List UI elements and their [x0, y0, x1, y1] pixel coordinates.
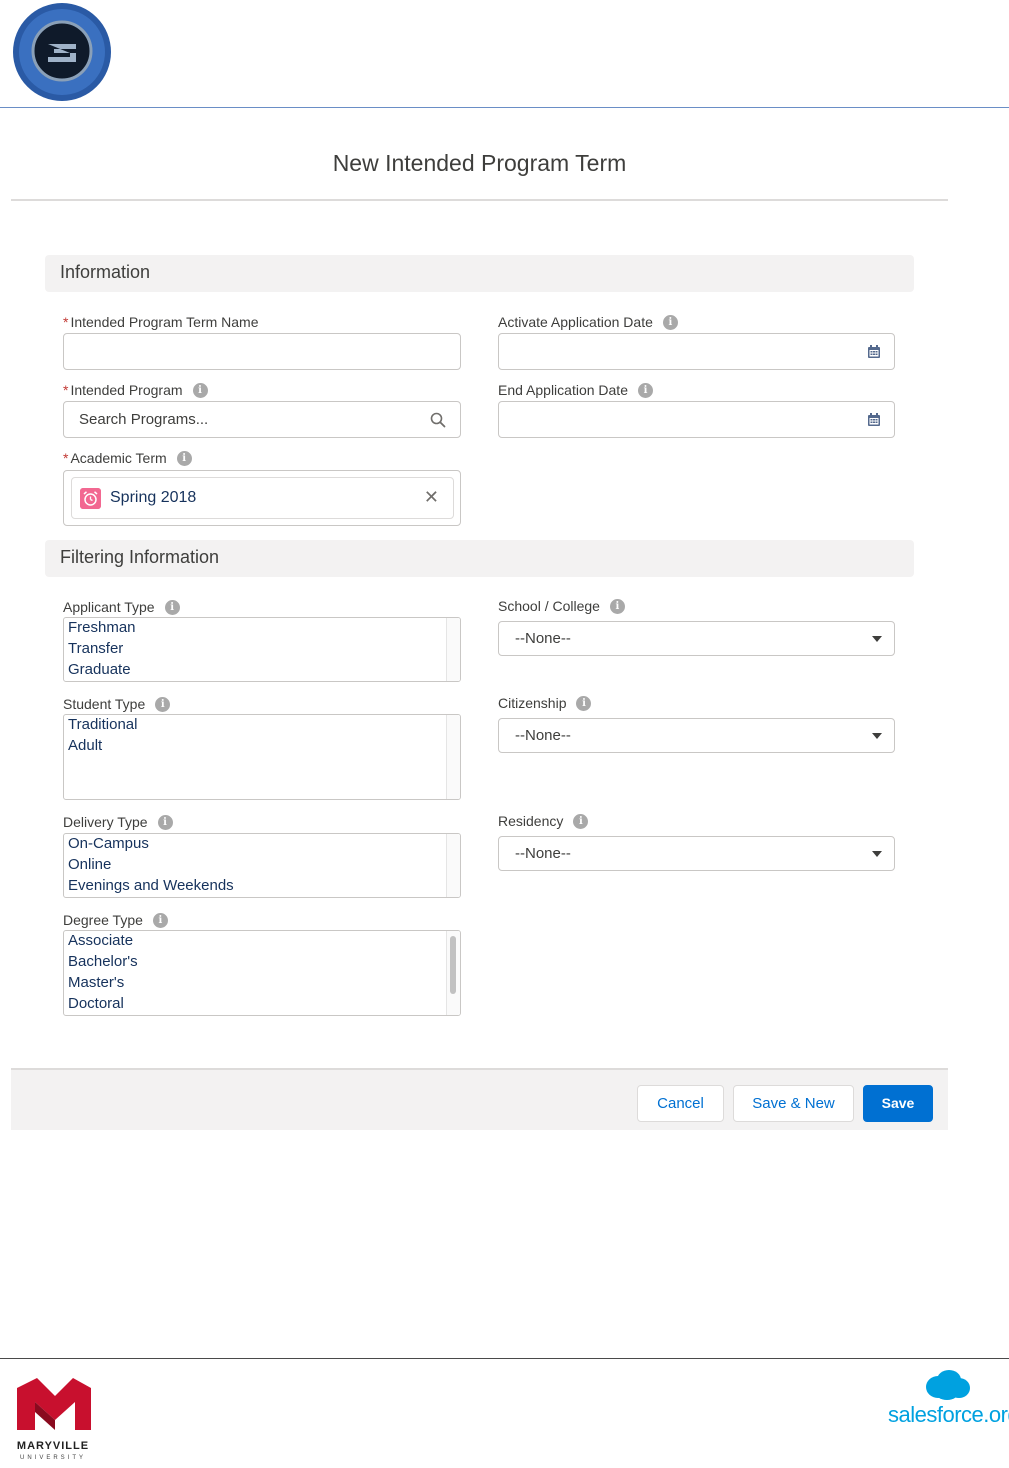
residency-value: --None--: [515, 845, 571, 862]
calendar-icon[interactable]: [868, 413, 880, 426]
delivery-type-label-text: Delivery Type: [63, 814, 148, 830]
intended-program-label-text: Intended Program: [70, 382, 183, 398]
info-icon[interactable]: i: [609, 598, 625, 614]
maryville-logo: [17, 1378, 91, 1430]
academic-term-label: * Academic Term i: [63, 450, 192, 466]
list-option[interactable]: On-Campus: [64, 834, 460, 855]
citizenship-label: Citizenship i: [498, 695, 592, 711]
program-term-name-input[interactable]: [63, 333, 461, 370]
remove-icon[interactable]: ✕: [424, 487, 439, 508]
list-option[interactable]: Doctoral: [64, 994, 460, 1015]
section-filtering-information[interactable]: Filtering Information: [45, 540, 914, 577]
delivery-type-listbox[interactable]: On-Campus Online Evenings and Weekends: [63, 833, 461, 898]
applicant-type-label-text: Applicant Type: [63, 599, 155, 615]
calendar-icon[interactable]: [868, 345, 880, 358]
info-icon[interactable]: i: [155, 696, 171, 712]
academic-term-pill[interactable]: Spring 2018 ✕: [71, 477, 454, 519]
citizenship-value: --None--: [515, 727, 571, 744]
list-option[interactable]: Online: [64, 855, 460, 876]
degree-type-label-text: Degree Type: [63, 912, 143, 928]
required-marker: *: [63, 314, 69, 330]
section-information[interactable]: Information: [45, 255, 914, 292]
list-option[interactable]: Graduate: [64, 660, 460, 681]
degree-type-listbox[interactable]: Associate Bachelor's Master's Doctoral: [63, 930, 461, 1016]
school-college-value: --None--: [515, 630, 571, 647]
info-icon[interactable]: i: [157, 814, 173, 830]
intended-program-placeholder: Search Programs...: [79, 411, 209, 428]
maryville-wordmark: MARYVILLE: [16, 1440, 90, 1452]
header-divider: [0, 107, 1009, 108]
citizenship-select[interactable]: --None--: [498, 718, 895, 753]
program-term-name-label: * Intended Program Term Name: [63, 314, 259, 330]
required-marker: *: [63, 382, 69, 398]
org-logo: [13, 3, 111, 101]
listbox-scrollbar[interactable]: [446, 715, 460, 799]
academic-term-value: Spring 2018: [110, 489, 197, 506]
school-college-label-text: School / College: [498, 598, 600, 614]
student-type-listbox[interactable]: Traditional Adult: [63, 714, 461, 800]
save-and-new-button[interactable]: Save & New: [733, 1085, 854, 1122]
save-button[interactable]: Save: [863, 1085, 933, 1122]
list-option[interactable]: Bachelor's: [64, 952, 460, 973]
delivery-type-label: Delivery Type i: [63, 814, 173, 830]
caret-down-icon: [872, 733, 882, 739]
info-icon[interactable]: i: [164, 599, 180, 615]
academic-term-lookup[interactable]: Spring 2018 ✕: [63, 470, 461, 526]
end-app-date-label-text: End Application Date: [498, 382, 628, 398]
caret-down-icon: [872, 636, 882, 642]
scrollbar-thumb[interactable]: [450, 936, 456, 994]
school-college-select[interactable]: --None--: [498, 621, 895, 656]
info-icon[interactable]: i: [152, 912, 168, 928]
intended-program-label: * Intended Program i: [63, 382, 208, 398]
list-option[interactable]: Transfer: [64, 639, 460, 660]
applicant-type-listbox[interactable]: Freshman Transfer Graduate: [63, 617, 461, 682]
alarm-clock-icon: [80, 488, 101, 509]
list-option[interactable]: Adult: [64, 736, 460, 757]
info-icon[interactable]: i: [192, 382, 208, 398]
degree-type-label: Degree Type i: [63, 912, 168, 928]
info-icon[interactable]: i: [573, 813, 589, 829]
salesforce-cloud-icon: [926, 1370, 970, 1400]
search-icon: [430, 412, 446, 428]
applicant-type-label: Applicant Type i: [63, 599, 180, 615]
activate-app-date-label-text: Activate Application Date: [498, 314, 653, 330]
listbox-scrollbar[interactable]: [446, 834, 460, 897]
list-option[interactable]: Master's: [64, 973, 460, 994]
intended-program-search-input[interactable]: Search Programs...: [63, 401, 461, 438]
activate-app-date-label: Activate Application Date i: [498, 314, 678, 330]
info-icon[interactable]: i: [576, 695, 592, 711]
caret-down-icon: [872, 851, 882, 857]
academic-term-label-text: Academic Term: [70, 450, 167, 466]
footer-divider: [0, 1358, 1009, 1359]
list-option[interactable]: Traditional: [64, 715, 460, 736]
maryville-subtitle: UNIVERSITY: [19, 1455, 86, 1461]
residency-label: Residency i: [498, 813, 589, 829]
list-option[interactable]: Associate: [64, 931, 460, 952]
modal-title: New Intended Program Term: [332, 150, 627, 176]
info-icon[interactable]: i: [176, 450, 192, 466]
residency-select[interactable]: --None--: [498, 836, 895, 871]
student-type-label: Student Type i: [63, 696, 171, 712]
listbox-scrollbar[interactable]: [446, 618, 460, 681]
school-college-label: School / College i: [498, 598, 625, 614]
info-icon[interactable]: i: [662, 314, 678, 330]
citizenship-label-text: Citizenship: [498, 695, 567, 711]
list-option[interactable]: Freshman: [64, 618, 460, 639]
info-icon[interactable]: i: [637, 382, 653, 398]
program-term-name-label-text: Intended Program Term Name: [70, 314, 259, 330]
listbox-scrollbar[interactable]: [446, 931, 460, 1015]
end-app-date-label: End Application Date i: [498, 382, 653, 398]
list-option[interactable]: Evenings and Weekends: [64, 876, 460, 897]
student-type-label-text: Student Type: [63, 696, 146, 712]
cancel-button[interactable]: Cancel: [637, 1085, 724, 1122]
end-app-date-input[interactable]: [498, 401, 895, 438]
residency-label-text: Residency: [498, 813, 564, 829]
required-marker: *: [63, 450, 69, 466]
activate-app-date-input[interactable]: [498, 333, 895, 370]
salesforce-wordmark: salesforce.org: [888, 1402, 1009, 1427]
modal-title-divider: [11, 199, 948, 201]
